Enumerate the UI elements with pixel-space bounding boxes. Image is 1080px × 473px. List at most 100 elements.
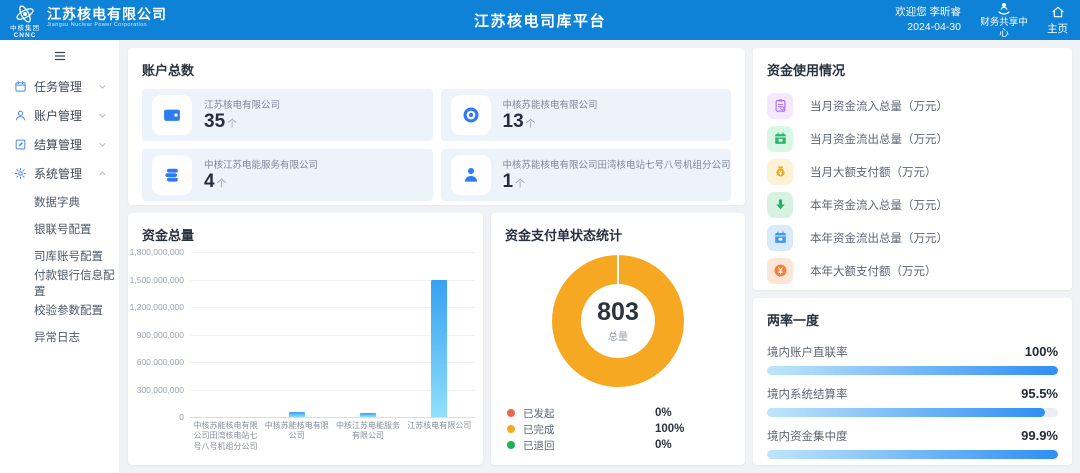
hand-person-icon — [996, 1, 1012, 17]
bar-chart-plot: 1,800,000,0001,500,000,0001,200,000,0009… — [190, 252, 475, 417]
donut-total-value: 803 — [597, 300, 639, 325]
account-card-icon-tile — [152, 155, 192, 195]
fund-usage-icon-tile — [767, 225, 793, 251]
legend-percent: 100% — [655, 423, 684, 435]
account-card-text: 中核江苏电能服务有限公司4个 — [204, 157, 318, 193]
fund-usage-label: 当月资金流出总量（万元） — [810, 131, 948, 147]
ratio-list: 境内账户直联率100%境内系统结算率95.5%境内资金集中度99.9% — [753, 329, 1072, 459]
ratio-label: 境内资金集中度 — [767, 428, 848, 444]
welcome-text: 欢迎您 李昕睿 — [895, 5, 961, 20]
account-count-value: 4 — [204, 171, 215, 192]
account-card-icon-tile — [451, 155, 491, 195]
sidebar-subitem-0[interactable]: 数据字典 — [0, 188, 119, 215]
sidebar-item-1[interactable]: 账户管理 — [0, 101, 119, 130]
logo-company-block: 江苏核电有限公司 Jiangsu Nuclear Power Corporati… — [47, 6, 167, 28]
sidebar-item-label: 任务管理 — [34, 78, 82, 95]
account-count-value: 35 — [204, 111, 225, 132]
fund-usage-icon-tile — [767, 126, 793, 152]
account-summary-card: 账户总数 江苏核电有限公司35个中核苏能核电有限公司13个中核江苏电能服务有限公… — [128, 48, 745, 205]
sidebar-subitem-2[interactable]: 司库账号配置 — [0, 242, 119, 269]
account-count-unit: 个 — [217, 179, 227, 190]
sidebar-subitem-4[interactable]: 校验参数配置 — [0, 296, 119, 323]
clipboard-icon — [773, 98, 788, 113]
calendar-filled-icon — [773, 230, 788, 245]
account-card-icon-tile — [152, 95, 192, 135]
edit-icon — [14, 138, 27, 151]
home-button[interactable]: 主页 — [1047, 4, 1068, 36]
header-right: 欢迎您 李昕睿 2024-04-30 财务共享中心 主页 — [895, 1, 1080, 40]
logo-company-name-en: Jiangsu Nuclear Power Corporation — [47, 22, 167, 28]
ratio-value: 95.5% — [1021, 386, 1058, 401]
calendar-filled-icon — [773, 131, 788, 146]
payment-status-card: 资金支付单状态统计 803 总量 已发起0%已完成100%已退回0% — [491, 213, 745, 465]
sidebar-subitem-1[interactable]: 银联号配置 — [0, 215, 119, 242]
y-axis-tick-label: 1,800,000,000 — [130, 247, 184, 257]
fund-usage-label: 本年大额支付额（万元） — [810, 263, 937, 279]
sidebar-item-3[interactable]: 系统管理 — [0, 159, 119, 188]
payment-status-title: 资金支付单状态统计 — [491, 213, 745, 244]
y-axis-tick-label: 1,200,000,000 — [130, 302, 184, 312]
fund-usage-label: 本年资金流出总量（万元） — [810, 230, 948, 246]
account-summary-title: 账户总数 — [128, 48, 745, 79]
chevron-up-icon — [98, 169, 107, 178]
ratio-label: 境内系统结算率 — [767, 386, 848, 402]
sidebar-menu: 任务管理账户管理结算管理系统管理数据字典银联号配置司库账号配置付款银行信息配置校… — [0, 72, 119, 350]
ratio-head: 境内系统结算率 95.5% — [767, 386, 1058, 402]
legend-percent: 0% — [655, 439, 672, 451]
fund-usage-icon-tile — [767, 159, 793, 185]
fund-usage-icon-tile — [767, 258, 793, 284]
sidebar-item-label: 结算管理 — [34, 136, 82, 153]
legend-percent: 0% — [655, 407, 672, 419]
home-label: 主页 — [1047, 21, 1068, 36]
logo: 中核集团 CNNC 江苏核电有限公司 Jiangsu Nuclear Power… — [0, 1, 167, 39]
fund-usage-item: 当月资金流入总量（万元） — [767, 89, 1058, 122]
sidebar-item-0[interactable]: 任务管理 — [0, 72, 119, 101]
account-card-text: 中核苏能核电有限公司田湾核电站七号八号机组分公司1个 — [503, 157, 731, 193]
ratio-head: 境内资金集中度 99.9% — [767, 428, 1058, 444]
user-welcome: 欢迎您 李昕睿 2024-04-30 — [895, 5, 961, 34]
logo-group-abbr: CNNC — [14, 33, 37, 40]
chevron-down-icon — [98, 82, 107, 91]
fund-total-title: 资金总量 — [128, 213, 483, 244]
sidebar: 任务管理账户管理结算管理系统管理数据字典银联号配置司库账号配置付款银行信息配置校… — [0, 40, 120, 473]
account-company-name: 中核苏能核电有限公司田湾核电站七号八号机组分公司 — [503, 157, 731, 171]
ratio-progress-fill — [767, 366, 1058, 375]
donut-total-label: 总量 — [608, 328, 628, 343]
account-card-icon-tile — [451, 95, 491, 135]
sidebar-subitem-3[interactable]: 付款银行信息配置 — [0, 269, 119, 296]
bar — [431, 280, 447, 417]
hamburger-icon — [53, 49, 67, 63]
ratio-progress-track — [767, 408, 1058, 417]
legend-dot — [507, 409, 515, 417]
gear-icon — [14, 167, 27, 180]
person-icon — [461, 165, 481, 185]
account-company-name: 中核江苏电能服务有限公司 — [204, 157, 318, 171]
fund-usage-icon-tile — [767, 192, 793, 218]
fund-usage-item: 当月资金流出总量（万元） — [767, 122, 1058, 155]
fund-usage-item: 本年资金流出总量（万元） — [767, 221, 1058, 254]
account-company-name: 江苏核电有限公司 — [204, 97, 280, 111]
app-header: 中核集团 CNNC 江苏核电有限公司 Jiangsu Nuclear Power… — [0, 0, 1080, 40]
fund-usage-label: 当月资金流入总量（万元） — [810, 98, 948, 114]
wallet-icon — [162, 105, 182, 125]
ratio-progress-track — [767, 450, 1058, 459]
y-axis-tick-label: 600,000,000 — [137, 357, 184, 367]
app-root: 中核集团 CNNC 江苏核电有限公司 Jiangsu Nuclear Power… — [0, 0, 1080, 473]
ratios-title: 两率一度 — [753, 298, 1072, 329]
account-count: 35个 — [204, 111, 280, 133]
ratio-value: 99.9% — [1021, 428, 1058, 443]
ring-icon — [461, 105, 481, 125]
sidebar-item-2[interactable]: 结算管理 — [0, 130, 119, 159]
account-count-unit: 个 — [526, 119, 536, 130]
legend-dot — [507, 441, 515, 449]
sidebar-collapse-button[interactable] — [0, 40, 119, 72]
layers-icon — [162, 165, 182, 185]
ratio-value: 100% — [1025, 344, 1058, 359]
legend-item: 已退回 0% — [507, 437, 729, 453]
legend-label: 已退回 — [523, 438, 555, 453]
shared-service-center-button[interactable]: 财务共享中心 — [976, 1, 1032, 40]
sidebar-subitem-5[interactable]: 异常日志 — [0, 323, 119, 350]
x-axis-category-label: 中核苏能核电有限公司田湾核电站七号八号机组分公司 — [190, 421, 261, 452]
fund-usage-list: 当月资金流入总量（万元）当月资金流出总量（万元）当月大额支付额（万元）本年资金流… — [753, 79, 1072, 287]
bar — [360, 413, 376, 417]
